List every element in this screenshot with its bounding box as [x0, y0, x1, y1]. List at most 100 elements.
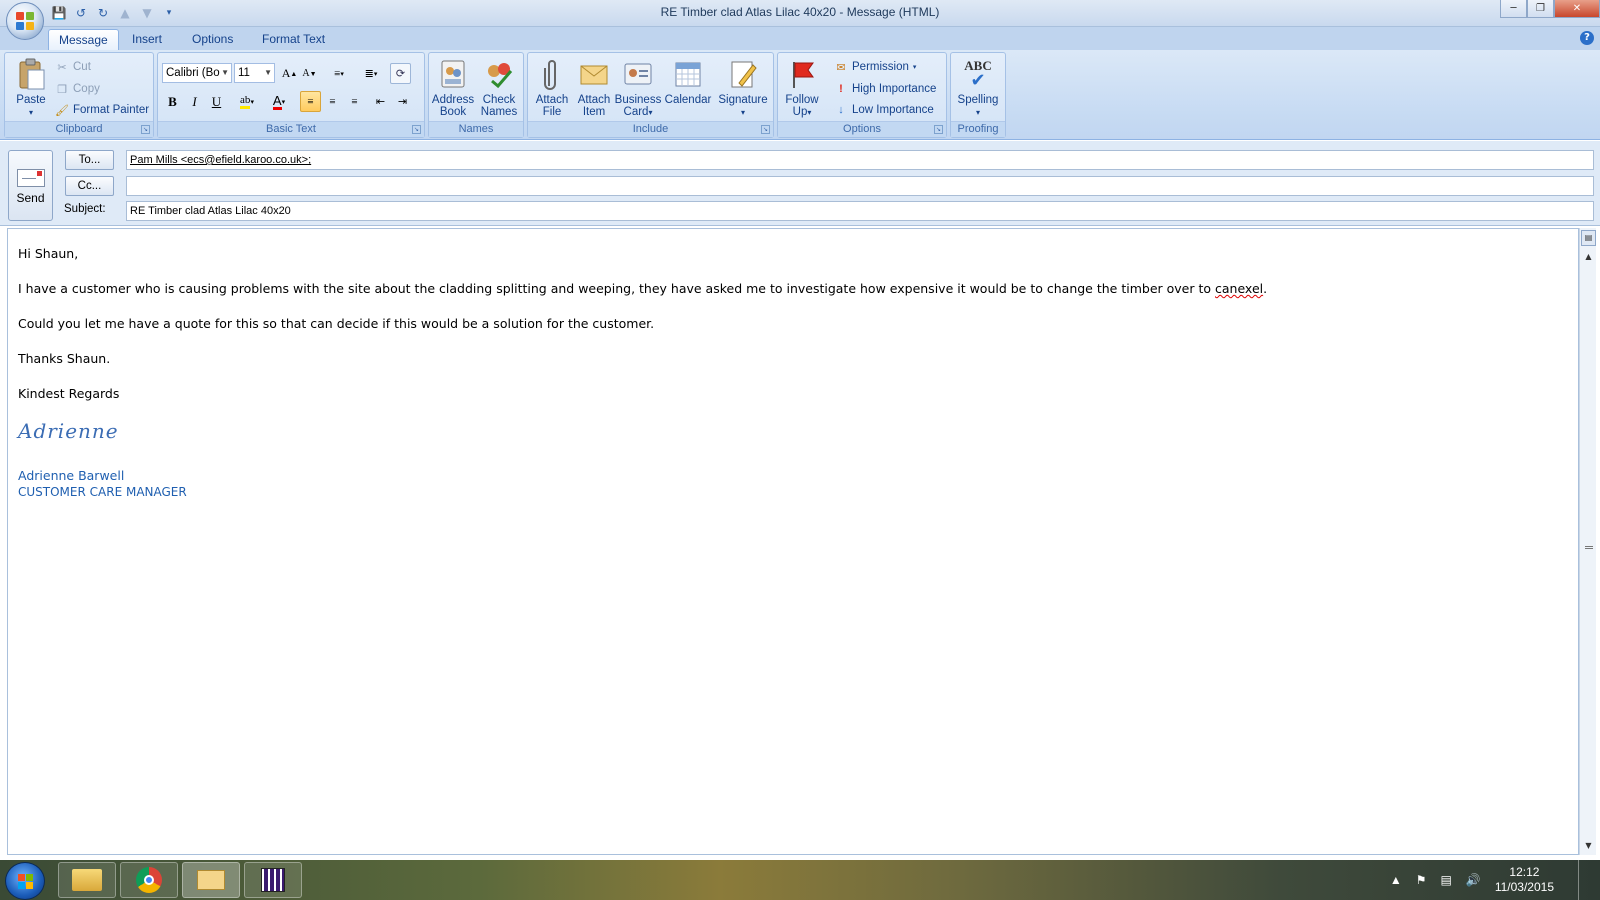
font-size-combo[interactable]: 11 ▼	[234, 63, 275, 83]
attach-item-button[interactable]: Attach Item	[570, 56, 618, 122]
taskbar-chrome[interactable]	[120, 862, 178, 898]
shrink-font-button[interactable]: A ▼	[299, 63, 320, 84]
address-book-line1: Address	[431, 94, 475, 106]
check-names-line2: Names	[480, 106, 518, 118]
underline-button[interactable]: U	[206, 91, 227, 112]
to-field[interactable]: Pam Mills <ecs@efield.karoo.co.uk>;	[126, 150, 1594, 170]
follow-up-line1: Follow	[785, 94, 819, 106]
vertical-scrollbar[interactable]: ▤ ▲ ▼	[1579, 228, 1596, 855]
start-button[interactable]	[5, 862, 45, 900]
tab-options[interactable]: Options	[182, 29, 243, 50]
business-card-line1: Business	[614, 94, 662, 106]
font-name-combo[interactable]: Calibri (Bo ▼	[162, 63, 232, 83]
highlighter-icon: ab	[240, 94, 251, 109]
calendar-label: Calendar	[664, 94, 712, 106]
high-importance-label: High Importance	[852, 83, 937, 95]
grow-font-button[interactable]: A ▲	[279, 63, 300, 84]
cc-button[interactable]: Cc...	[65, 176, 114, 196]
spelling-button[interactable]: ABC ✔ Spelling ▾	[954, 56, 1002, 122]
taskbar-app[interactable]	[244, 862, 302, 898]
signature-button[interactable]: Signature ▾	[716, 56, 770, 122]
basic-text-dialog-launcher[interactable]: ↘	[412, 125, 421, 134]
paste-icon	[15, 58, 47, 90]
align-right-button[interactable]: ≡	[344, 91, 365, 112]
proofing-group: ABC ✔ Spelling ▾ Proofing	[950, 52, 1006, 138]
follow-up-button[interactable]: Follow Up▾	[778, 56, 826, 122]
network-icon[interactable]: ▤	[1441, 873, 1452, 887]
options-dialog-launcher[interactable]: ↘	[934, 125, 943, 134]
paintbrush-icon: 🖌	[55, 104, 69, 117]
paste-button[interactable]: Paste ▾	[7, 56, 55, 122]
underline-label: U	[211, 93, 222, 109]
align-left-button[interactable]: ≡	[300, 91, 321, 112]
basic-text-group: Calibri (Bo ▼ 11 ▼ A ▲ A ▼ ≡ ▾ ≣ ▾ ⟳ B I U ab ▾…	[157, 52, 425, 138]
volume-icon[interactable]: 🔊	[1466, 873, 1481, 887]
send-envelope-icon	[16, 169, 45, 187]
outlook-envelope-icon	[197, 870, 225, 890]
clock[interactable]: 12:12 11/03/2015	[1495, 865, 1554, 895]
tab-message[interactable]: Message	[48, 29, 119, 50]
help-icon[interactable]: ?	[1580, 31, 1594, 45]
italic-button[interactable]: I	[184, 91, 205, 112]
font-color-button[interactable]: A ▾	[264, 91, 294, 112]
attach-file-button[interactable]: Attach File	[528, 56, 576, 122]
include-dialog-launcher[interactable]: ↘	[761, 125, 770, 134]
action-center-flag-icon[interactable]: ⚑	[1416, 873, 1427, 887]
taskbar-outlook[interactable]	[182, 862, 240, 898]
message-body[interactable]: Hi Shaun, I have a customer who is causi…	[7, 228, 1579, 855]
address-book-button[interactable]: Address Book	[429, 56, 477, 122]
high-importance-button[interactable]: ! High Importance	[834, 79, 936, 99]
permission-label: Permission	[852, 61, 909, 73]
include-group: Attach File Attach Item Business Card▾ Cale…	[527, 52, 774, 138]
decrease-indent-button[interactable]: ⇤	[370, 91, 391, 112]
body-paragraph-1-end: .	[1263, 281, 1268, 296]
cc-field[interactable]	[126, 176, 1594, 196]
bold-button[interactable]: B	[162, 91, 183, 112]
send-label: Send	[16, 191, 45, 205]
signature-label: Signature	[718, 94, 768, 106]
scroll-down-icon[interactable]: ▼	[1581, 839, 1596, 853]
format-painter-button[interactable]: 🖌 Format Painter	[55, 100, 149, 120]
clock-time: 12:12	[1509, 865, 1540, 879]
subject-field[interactable]: RE Timber clad Atlas Lilac 40x20	[126, 201, 1594, 221]
send-button[interactable]: Send	[8, 150, 53, 221]
address-book-icon	[437, 58, 469, 90]
ribbon-tabs: Message Insert Options Format Text ?	[0, 27, 1600, 50]
tab-insert[interactable]: Insert	[122, 29, 172, 50]
align-center-button[interactable]: ≡	[322, 91, 343, 112]
misspelled-word[interactable]: canexel	[1215, 281, 1263, 296]
signature-name: Adrienne Barwell	[18, 468, 125, 483]
highlight-button[interactable]: ab ▾	[232, 91, 262, 112]
close-button[interactable]: ✕	[1554, 0, 1600, 18]
increase-indent-button[interactable]: ⇥	[392, 91, 413, 112]
business-card-button[interactable]: Business Card▾	[614, 56, 662, 122]
calendar-button[interactable]: Calendar	[662, 56, 714, 122]
show-desktop-button[interactable]	[1578, 860, 1592, 900]
clear-formatting-button[interactable]: ⟳	[390, 63, 411, 84]
bullets-button[interactable]: ≡ ▾	[324, 63, 354, 84]
view-ruler-icon[interactable]: ▤	[1581, 230, 1596, 246]
clipboard-dialog-launcher[interactable]: ↘	[141, 125, 150, 134]
cut-button[interactable]: ✂ Cut	[55, 57, 91, 77]
check-names-button[interactable]: Check Names	[475, 56, 523, 122]
show-hidden-icons[interactable]: ▲	[1390, 873, 1402, 887]
permission-envelope-icon: ✉	[836, 61, 846, 74]
office-button[interactable]	[6, 2, 44, 40]
minimize-button[interactable]: ─	[1500, 0, 1527, 18]
system-tray: ▲ ⚑ ▤ 🔊 12:12 11/03/2015	[1390, 860, 1600, 900]
taskbar-explorer[interactable]	[58, 862, 116, 898]
format-painter-label: Format Painter	[73, 104, 150, 116]
copy-button[interactable]: ❐ Copy	[55, 79, 100, 99]
numbering-button[interactable]: ≣ ▾	[356, 63, 386, 84]
scroll-thumb-grip[interactable]	[1585, 546, 1593, 549]
scroll-up-icon[interactable]: ▲	[1581, 250, 1596, 264]
low-importance-button[interactable]: ↓ Low Importance	[834, 100, 934, 120]
italic-label: I	[192, 93, 197, 109]
tab-format-text[interactable]: Format Text	[252, 29, 335, 50]
check-names-icon	[483, 58, 515, 90]
to-button[interactable]: To...	[65, 150, 114, 170]
business-card-line2: Card	[623, 106, 649, 118]
restore-button[interactable]: ❐	[1527, 0, 1554, 18]
permission-button[interactable]: ✉ Permission ▾	[834, 57, 916, 77]
scissors-icon: ✂	[57, 61, 67, 74]
